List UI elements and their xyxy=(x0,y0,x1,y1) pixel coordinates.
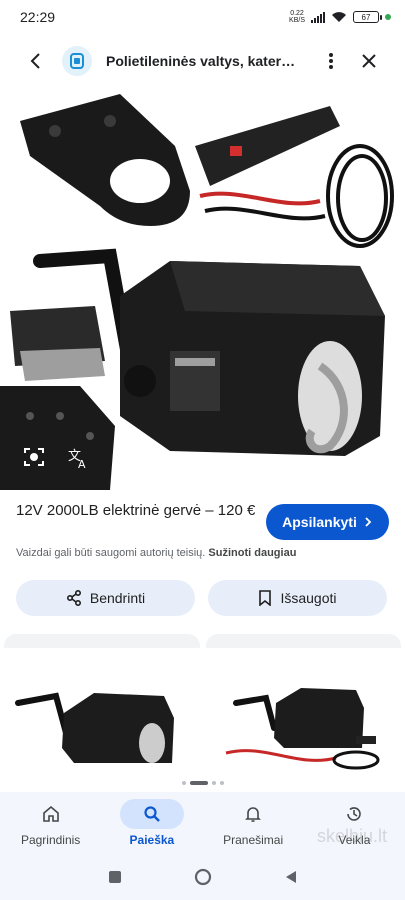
network-speed: 0.22 KB/S xyxy=(289,10,305,24)
bell-icon xyxy=(221,799,285,829)
watermark: skelbiu.lt xyxy=(316,826,387,846)
site-title[interactable]: Polietileninės valtys, kateri... xyxy=(106,53,296,69)
chevron-right-icon xyxy=(365,517,372,527)
site-favicon-icon xyxy=(62,46,92,76)
lens-icon xyxy=(24,448,44,466)
wifi-icon xyxy=(332,12,346,22)
google-lens-button[interactable] xyxy=(22,445,46,469)
product-image[interactable] xyxy=(0,86,405,490)
svg-text:A: A xyxy=(78,458,86,470)
translate-icon: 文 A xyxy=(68,449,86,471)
visit-button[interactable]: Apsilankyti xyxy=(266,504,389,540)
copyright-notice: Vaizdai gali būti saugomi autorių teisių… xyxy=(16,547,297,559)
carousel-pager xyxy=(0,781,405,785)
status-bar: 22:29 0.22 KB/S 67 xyxy=(0,0,405,34)
status-time: 22:29 xyxy=(20,9,56,25)
save-button[interactable]: Išsaugoti xyxy=(208,580,387,616)
home-icon xyxy=(19,799,83,829)
bookmark-icon xyxy=(259,590,272,606)
related-winch-kit-image xyxy=(225,688,379,770)
result-title[interactable]: 12V 2000LB elektrinė gervė – 120 € xyxy=(16,500,256,522)
share-icon xyxy=(66,590,81,606)
more-options-button[interactable] xyxy=(317,43,345,79)
nav-item-notifications[interactable]: Pranešimai xyxy=(203,792,304,854)
save-button-label: Išsaugoti xyxy=(280,590,337,606)
recent-apps-icon[interactable] xyxy=(108,870,122,884)
related-image-card[interactable] xyxy=(4,634,200,772)
arrow-back-icon xyxy=(30,53,40,69)
back-nav-icon[interactable] xyxy=(284,870,298,884)
related-images xyxy=(4,634,401,772)
search-icon xyxy=(119,799,184,829)
winch-product-illustration xyxy=(0,94,394,490)
signal-icon xyxy=(311,11,325,23)
close-icon xyxy=(362,54,376,68)
share-button[interactable]: Bendrinti xyxy=(16,580,195,616)
close-button[interactable] xyxy=(351,43,387,79)
related-winch-image xyxy=(15,692,174,763)
nav-item-home[interactable]: Pagrindinis xyxy=(0,792,101,854)
related-image-card[interactable] xyxy=(205,634,401,772)
privacy-indicator-icon xyxy=(385,14,391,20)
nav-item-search[interactable]: Paieška xyxy=(101,792,202,854)
translate-button[interactable]: 文 A xyxy=(66,446,90,471)
learn-more-link[interactable]: Sužinoti daugiau xyxy=(208,547,296,559)
top-app-bar: Polietileninės valtys, kateri... xyxy=(0,38,405,84)
system-navigation-bar xyxy=(0,854,405,900)
status-icons: 0.22 KB/S 67 xyxy=(289,10,391,24)
history-icon xyxy=(322,799,386,829)
visit-button-label: Apsilankyti xyxy=(282,514,357,530)
home-button-icon[interactable] xyxy=(194,868,212,886)
battery-icon: 67 xyxy=(353,11,382,23)
share-button-label: Bendrinti xyxy=(89,590,146,606)
more-vert-icon xyxy=(329,53,333,69)
back-button[interactable] xyxy=(18,43,54,79)
